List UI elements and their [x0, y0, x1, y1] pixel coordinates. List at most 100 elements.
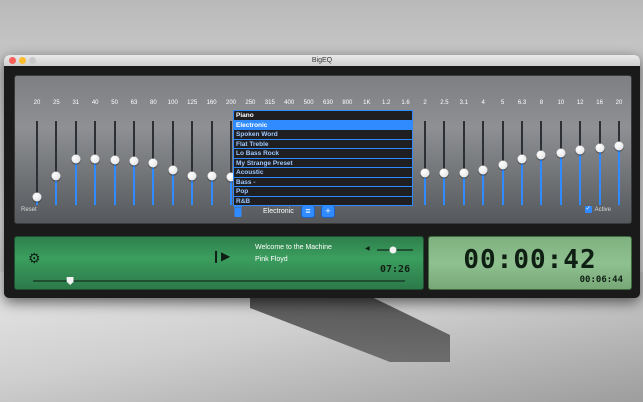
app-window: BigEQ Reset Electronic ≡ + ✓ Active Pian… — [4, 55, 640, 298]
close-button[interactable] — [9, 57, 16, 64]
add-preset-button[interactable]: + — [321, 205, 335, 218]
eq-band-slider[interactable] — [498, 121, 508, 205]
preset-dropdown-menu: Piano Electronic Spoken Word Flat Treble Lo … — [233, 110, 413, 206]
eq-band-slider[interactable] — [556, 121, 566, 205]
eq-band-slider[interactable] — [575, 121, 585, 205]
speaker-icon: ◀ — [365, 246, 370, 252]
eq-band-knob[interactable] — [478, 165, 488, 175]
volume-slider-knob[interactable] — [389, 246, 397, 254]
eq-band-label: 25 — [53, 100, 60, 106]
eq-band-slider[interactable] — [207, 121, 217, 205]
eq-band-label: 200 — [225, 100, 237, 106]
preset-list-button[interactable]: ≡ — [301, 205, 315, 218]
eq-band-slider[interactable] — [187, 121, 197, 205]
eq-band-slider[interactable] — [420, 121, 430, 205]
eq-band-knob[interactable] — [575, 145, 585, 155]
eq-band-knob[interactable] — [71, 154, 81, 164]
eq-band-label: 12 — [576, 100, 584, 106]
eq-band-knob[interactable] — [207, 171, 217, 181]
preset-menu-item[interactable]: Electronic — [234, 120, 412, 130]
eq-band-knob[interactable] — [168, 165, 178, 175]
remaining-time: 00:06:44 — [579, 275, 623, 285]
eq-band-label: 315 — [264, 100, 275, 106]
eq-band-label: 40 — [91, 100, 99, 106]
active-label: Active — [594, 206, 611, 213]
eq-band-knob[interactable] — [556, 148, 566, 158]
preset-menu-item[interactable]: R&B — [234, 197, 412, 207]
eq-band-label: 20 — [33, 100, 41, 106]
eq-band-slider[interactable] — [226, 121, 236, 205]
preset-menu-item[interactable]: Flat Treble — [234, 140, 412, 149]
play-icon[interactable]: ❙▶ — [211, 249, 230, 263]
eq-band-knob[interactable] — [187, 171, 197, 181]
eq-band-knob[interactable] — [517, 154, 527, 164]
eq-band-fill — [462, 173, 465, 205]
eq-band-knob[interactable] — [614, 141, 624, 151]
volume-slider[interactable] — [377, 246, 413, 254]
eq-band-slider[interactable] — [459, 121, 469, 205]
preset-menu-item[interactable]: Spoken Word — [234, 130, 412, 140]
eq-band-label: 16 — [596, 100, 603, 106]
eq-band-knob[interactable] — [148, 158, 158, 168]
eq-band-slider[interactable] — [90, 121, 100, 205]
eq-band-slider[interactable] — [110, 121, 120, 205]
eq-band-slider[interactable] — [595, 121, 605, 205]
zoom-button[interactable] — [29, 57, 36, 64]
active-checkbox[interactable]: ✓ — [584, 206, 592, 213]
eq-band-slider[interactable] — [614, 121, 624, 205]
gear-icon[interactable]: ⚙ — [28, 250, 41, 267]
eq-band-knob[interactable] — [129, 156, 139, 166]
eq-band-knob[interactable] — [459, 168, 469, 178]
plus-icon: + — [325, 206, 331, 216]
eq-band-knob[interactable] — [420, 168, 430, 178]
artist-name: Pink Floyd — [255, 256, 288, 263]
eq-band-slider[interactable] — [517, 121, 527, 205]
eq-band-label: 80 — [150, 100, 157, 106]
eq-band-fill — [133, 161, 135, 205]
eq-band-label: 10 — [557, 100, 565, 106]
track-duration: 07:26 — [380, 264, 411, 275]
eq-band-slider[interactable] — [478, 121, 488, 205]
reset-button[interactable]: Reset — [21, 207, 37, 213]
eq-band-label: 400 — [284, 100, 295, 106]
minimize-button[interactable] — [19, 57, 26, 64]
eq-band-label: 100 — [167, 100, 178, 106]
active-toggle[interactable]: ✓ Active — [584, 206, 611, 213]
eq-band-slider[interactable] — [51, 121, 61, 205]
preset-menu-item[interactable]: Pop — [234, 187, 412, 197]
eq-band-slider[interactable] — [148, 121, 158, 205]
eq-band-knob[interactable] — [536, 150, 546, 160]
seek-bar[interactable] — [33, 277, 405, 285]
eq-band-fill — [501, 164, 504, 205]
eq-band-slider[interactable] — [71, 121, 81, 205]
eq-band-label: 5 — [500, 100, 505, 106]
eq-band-knob[interactable] — [595, 143, 605, 153]
eq-band-knob[interactable] — [51, 171, 61, 181]
song-title: Welcome to the Machine — [255, 244, 332, 251]
preset-menu-item[interactable]: Acoustic — [234, 168, 412, 178]
eq-band-knob[interactable] — [90, 154, 100, 164]
preset-menu-item[interactable]: Bass - — [234, 178, 412, 187]
eq-band-slider[interactable] — [129, 121, 139, 205]
preset-menu-item[interactable]: My Strange Preset — [234, 159, 412, 168]
window-title: BigEQ — [311, 57, 333, 64]
eq-band-slider[interactable] — [439, 121, 449, 205]
eq-band-label: 630 — [322, 100, 334, 106]
eq-band-knob[interactable] — [439, 168, 449, 178]
eq-band-knob[interactable] — [32, 192, 42, 202]
preset-menu-item[interactable]: Piano — [234, 111, 412, 121]
eq-band-fill — [74, 158, 77, 205]
eq-band-slider[interactable] — [536, 121, 546, 205]
eq-band-label: 2.5 — [440, 100, 449, 106]
eq-band-knob[interactable] — [110, 155, 120, 165]
eq-band-slider[interactable] — [168, 121, 178, 205]
seek-bar-knob[interactable] — [66, 277, 74, 285]
eq-band-label: 500 — [303, 100, 314, 106]
eq-band-slider[interactable] — [32, 121, 42, 205]
eq-band-fill — [540, 154, 543, 205]
trash-icon[interactable] — [233, 205, 243, 217]
preset-menu-item[interactable]: Lo Bass Rock — [234, 149, 412, 159]
eq-band-label: 4 — [481, 100, 485, 106]
eq-band-label: 20 — [615, 100, 623, 106]
eq-band-knob[interactable] — [498, 160, 508, 170]
